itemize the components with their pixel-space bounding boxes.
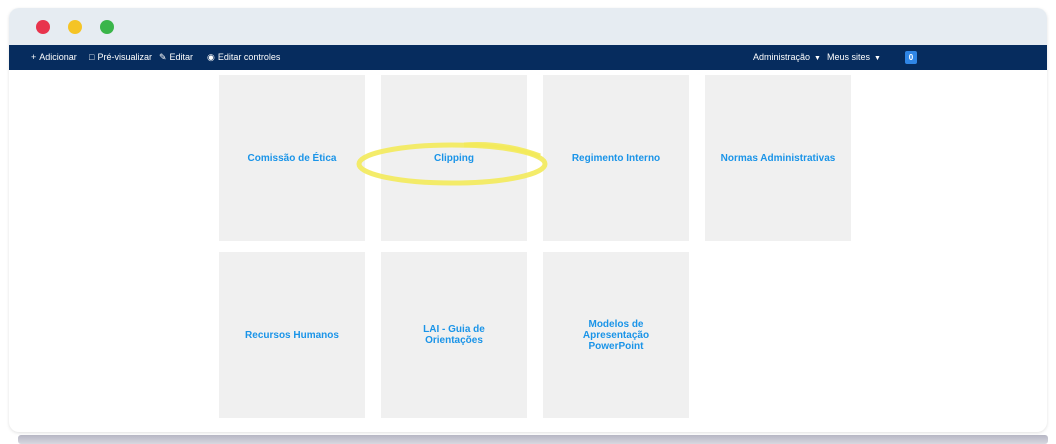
eye-icon: ◉ [207,52,215,62]
browser-window: + Adicionar □ Pré-visualizar ✎ Editar ◉ Edit… [9,8,1047,432]
window-bottom-shadow [18,435,1048,444]
tile-label: Clipping [434,152,474,164]
plus-icon: + [31,52,37,62]
tile-label: LAI - Guia de Orientações [423,324,485,346]
preview-button[interactable]: □ Pré-visualizar [89,45,152,70]
administration-label: Administração [753,52,811,62]
my-sites-menu[interactable]: Meus sites ▼ [827,45,881,70]
tile-label: Recursos Humanos [245,329,339,341]
admin-toolbar: + Adicionar □ Pré-visualizar ✎ Editar ◉ Edit… [9,45,1047,70]
tile-regimento-interno[interactable]: Regimento Interno [543,75,689,241]
preview-label: Pré-visualizar [97,52,152,62]
monitor-icon: □ [89,52,95,62]
notification-badge[interactable]: 0 [905,51,917,64]
administration-menu[interactable]: Administração ▼ [753,45,821,70]
tile-label: Normas Administrativas [720,152,836,164]
add-button[interactable]: + Adicionar [31,45,77,70]
tile-label: Comissão de Ética [247,152,337,164]
my-sites-label: Meus sites [827,52,871,62]
title-bar [9,8,1047,45]
tile-lai-guia-de-orientacoes[interactable]: LAI - Guia de Orientações [381,252,527,418]
tile-recursos-humanos[interactable]: Recursos Humanos [219,252,365,418]
edit-controls-label: Editar controles [217,52,281,62]
maximize-window-button[interactable] [100,20,114,34]
tile-normas-administrativas[interactable]: Normas Administrativas [705,75,851,241]
close-window-button[interactable] [36,20,50,34]
caret-down-icon: ▼ [874,55,881,62]
tile-modelos-de-apresentacao[interactable]: Modelos de Apresentação PowerPoint [543,252,689,418]
tile-comissao-de-etica[interactable]: Comissão de Ética [219,75,365,241]
add-label: Adicionar [39,52,77,62]
tile-label: Regimento Interno [571,152,661,164]
edit-button[interactable]: ✎ Editar [159,45,193,70]
tile-clipping[interactable]: Clipping [381,75,527,241]
edit-icon: ✎ [159,52,167,62]
tile-label: Modelos de Apresentação PowerPoint [582,318,650,352]
minimize-window-button[interactable] [68,20,82,34]
edit-controls-button[interactable]: ◉ Editar controles [207,45,280,70]
caret-down-icon: ▼ [814,55,821,62]
edit-label: Editar [169,52,194,62]
